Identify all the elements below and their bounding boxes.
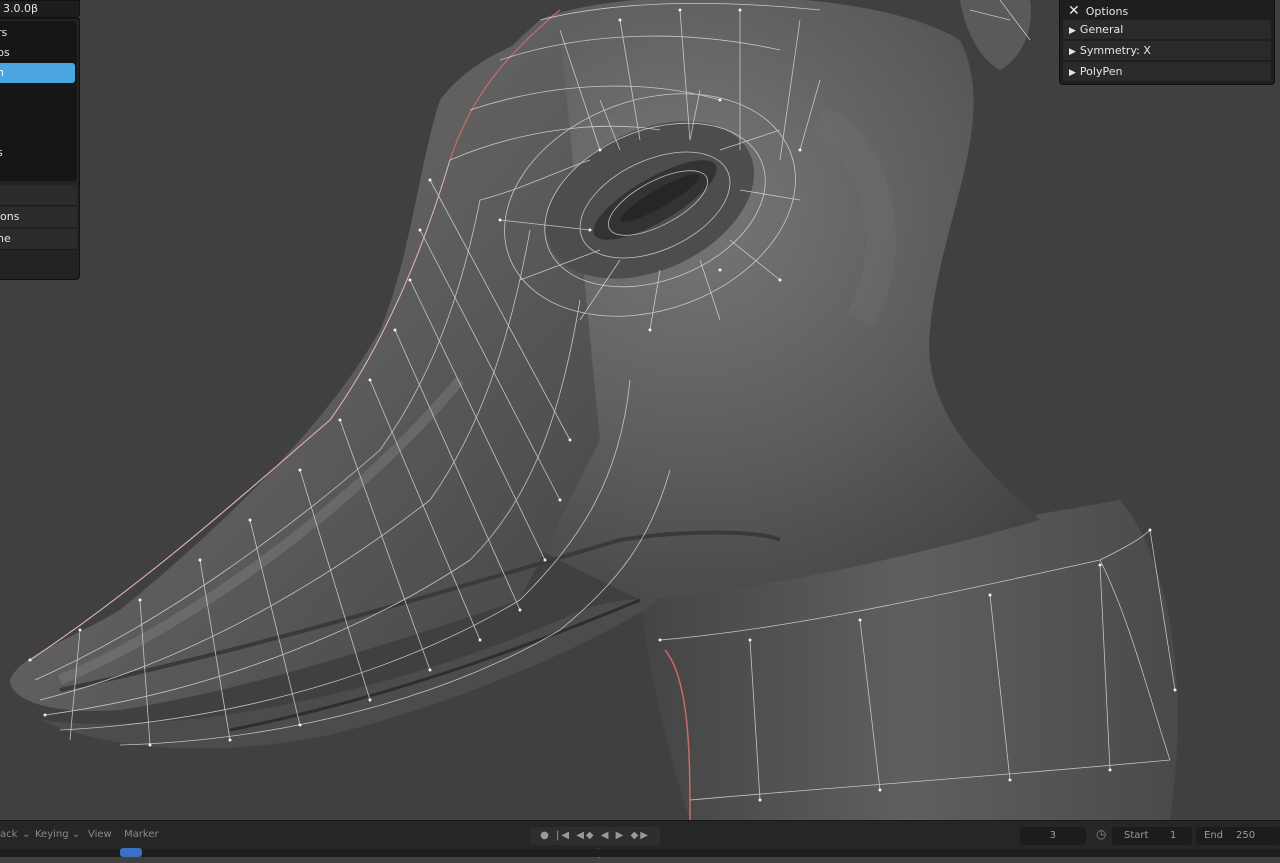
panel-row[interactable] [0, 185, 77, 206]
timeline-bar: ack ⌄ Keying ⌄ View Marker ● |◀ ◀◆ ◀ ▶ ◆… [0, 820, 1280, 859]
end-label: End [1204, 830, 1224, 841]
start-value: 1 [1170, 830, 1177, 841]
options-panel: ✕ Options ▶ General ▶ Symmetry: X ▶ PolyPen [1059, 0, 1275, 85]
expand-triangle-icon: ▶ [1069, 68, 1076, 78]
chevron-down-icon[interactable]: ⌄ [22, 829, 30, 840]
panel-row-name[interactable]: ne [0, 229, 77, 250]
start-label: Start [1124, 830, 1149, 841]
timeline-header: ack ⌄ Keying ⌄ View Marker ● |◀ ◀◆ ◀ ▶ ◆… [0, 825, 1280, 859]
expand-triangle-icon: ▶ [1069, 47, 1076, 57]
menu-playback[interactable]: ack [0, 829, 17, 840]
tool-list: rs ps n s [0, 21, 77, 181]
end-value: 250 [1236, 830, 1256, 841]
menu-keying[interactable]: Keying [35, 829, 69, 840]
close-icon[interactable]: ✕ [1068, 3, 1080, 19]
panel-row-options[interactable]: ions [0, 207, 77, 228]
section-label: PolyPen [1079, 65, 1123, 78]
section-label: Symmetry: X [1079, 44, 1151, 57]
list-item[interactable]: ps [0, 43, 75, 63]
menu-view[interactable]: View [88, 829, 112, 840]
menu-marker[interactable]: Marker [124, 829, 159, 840]
sculpt-model [10, 0, 1178, 820]
playback-controls[interactable]: ● |◀ ◀◆ ◀ ▶ ◆▶ ▶| [530, 827, 660, 859]
chevron-down-icon[interactable]: ⌄ [72, 829, 80, 840]
list-item[interactable] [0, 83, 75, 103]
left-panel-body: rs ps n s ions ne [0, 18, 80, 280]
list-item[interactable]: s [0, 143, 75, 163]
list-item[interactable]: rs [0, 23, 75, 43]
expand-triangle-icon: ▶ [1069, 26, 1076, 36]
options-section-general[interactable]: ▶ General [1063, 20, 1271, 39]
left-side-panel: 3.0.0β rs ps n s ions ne [0, 0, 82, 280]
list-item[interactable] [0, 103, 75, 123]
addon-version-title: 3.0.0β [0, 0, 80, 18]
options-title: Options [1085, 5, 1129, 18]
options-section-polypen[interactable]: ▶ PolyPen [1063, 62, 1271, 81]
options-header[interactable]: ✕ Options [1068, 3, 1128, 19]
section-label: General [1079, 23, 1124, 36]
start-frame-field[interactable]: Start 1 [1112, 827, 1192, 845]
list-item-selected[interactable]: n [0, 63, 75, 83]
end-frame-field[interactable]: End 250 [1196, 827, 1280, 845]
stopwatch-icon[interactable]: ◷ [1096, 827, 1106, 841]
3d-viewport[interactable] [0, 0, 1280, 820]
options-section-symmetry[interactable]: ▶ Symmetry: X [1063, 41, 1271, 60]
current-frame-field[interactable]: 3 [1020, 827, 1086, 845]
version-label: 3.0.0β [3, 2, 39, 15]
